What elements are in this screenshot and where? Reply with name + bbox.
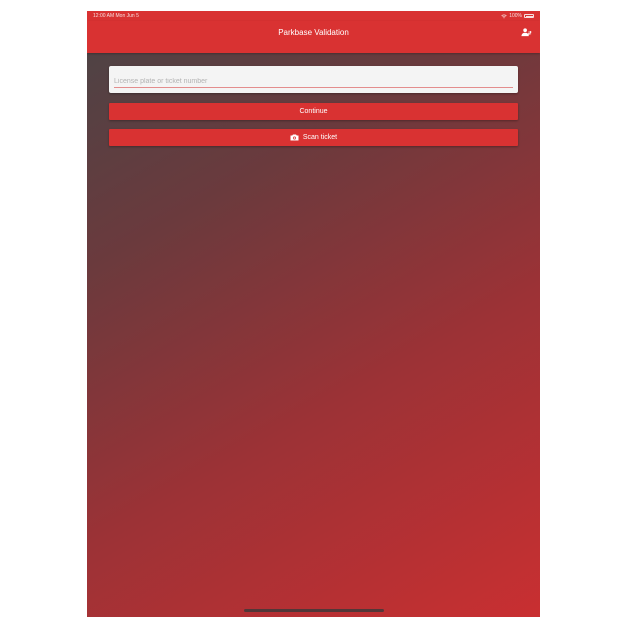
app-screen: 12:00 AM Mon Jun 5 100% Parkbase Validat… [87,11,540,617]
navigation-bar: Parkbase Validation [87,21,540,53]
wifi-icon [501,14,507,18]
home-indicator [244,609,384,612]
status-indicators: 100% [501,11,534,21]
scan-ticket-label: Scan ticket [302,134,338,141]
account-switch-icon[interactable] [521,27,532,38]
status-time-date: 12:00 AM Mon Jun 5 [93,13,139,19]
search-field[interactable] [109,66,518,93]
scan-ticket-button[interactable]: Scan ticket [109,129,518,146]
battery-fill [525,15,533,17]
camera-icon [290,134,299,141]
battery-percentage: 100% [509,13,522,19]
continue-button[interactable]: Continue [109,103,518,120]
battery-icon [524,14,534,18]
input-underline [114,87,513,88]
page-title: Parkbase Validation [278,28,349,37]
status-bar: 12:00 AM Mon Jun 5 100% [87,11,540,21]
